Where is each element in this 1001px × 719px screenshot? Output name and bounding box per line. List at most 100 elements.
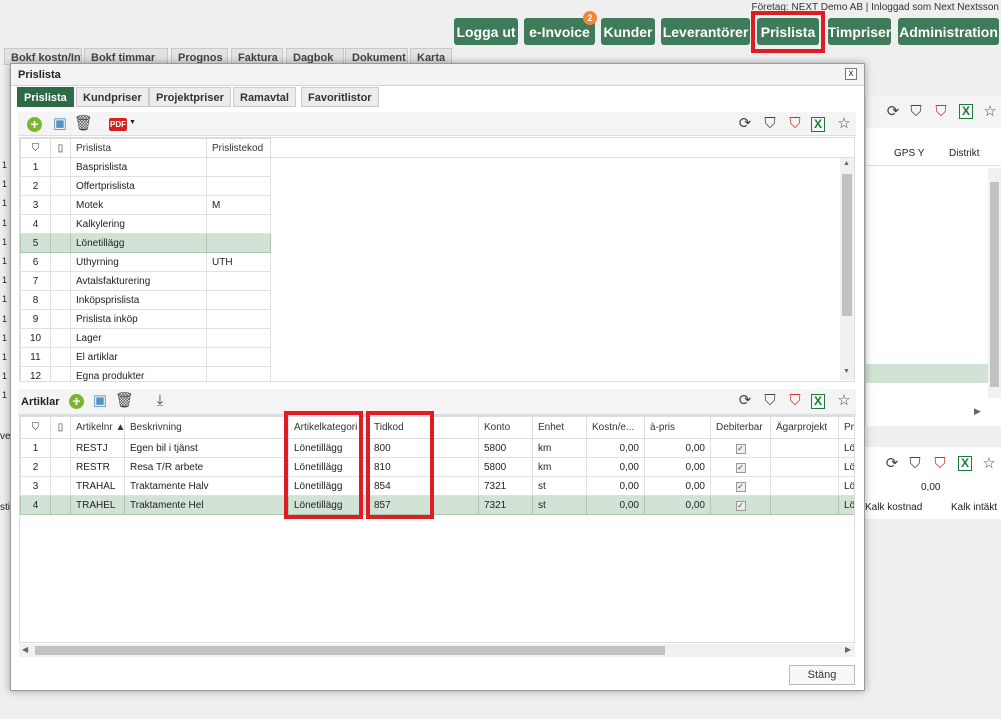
- excel-icon-a[interactable]: X: [811, 394, 825, 409]
- star-icon-d[interactable]: ☆: [835, 115, 853, 133]
- cell-prislista[interactable]: Lönetillägg: [70, 233, 207, 253]
- cell-artikelnr[interactable]: TRAHAL: [70, 476, 125, 496]
- tab-ramavtal[interactable]: Ramavtal: [233, 87, 296, 107]
- cell-agarprojekt[interactable]: [770, 438, 839, 458]
- cell-prislista[interactable]: El artiklar: [70, 347, 207, 367]
- bg-vscroll[interactable]: [988, 168, 1001, 398]
- cell-prislista[interactable]: Kalkylering: [70, 214, 207, 234]
- cell-beskrivning[interactable]: Resa T/R arbete: [124, 457, 289, 477]
- star-icon[interactable]: ☆: [981, 103, 999, 121]
- cell-apris[interactable]: 0,00: [644, 476, 711, 496]
- table-row[interactable]: 4 TRAHEL Traktamente Hel Lönetillägg 857 7321…: [20, 495, 854, 515]
- save-article-icon[interactable]: ▣: [91, 392, 109, 410]
- cell-konto[interactable]: 5800: [478, 457, 533, 477]
- clear-filter-icon-a[interactable]: ⛉: [786, 392, 804, 410]
- cell-agarprojekt[interactable]: [770, 495, 839, 515]
- filter-icon-col[interactable]: ⛉: [20, 138, 51, 158]
- cell-prislista[interactable]: Offertprislista: [70, 176, 207, 196]
- col-debiterbar[interactable]: Debiterbar: [710, 416, 771, 439]
- refresh-icon-a[interactable]: ⟳: [736, 392, 754, 410]
- table-row[interactable]: 9 Prislista inköp: [20, 309, 271, 329]
- col-kostnad[interactable]: Kostn/e...: [586, 416, 645, 439]
- cell-prislistekod[interactable]: M: [206, 195, 271, 215]
- cell-apris[interactable]: 0,00: [644, 457, 711, 477]
- col-prislista[interactable]: Prislista: [70, 138, 207, 158]
- refresh-icon[interactable]: ⟳: [884, 103, 902, 121]
- col-apris[interactable]: à-pris: [644, 416, 711, 439]
- cell-prislistekod[interactable]: [206, 347, 271, 367]
- star-icon-a[interactable]: ☆: [835, 392, 853, 410]
- table-row[interactable]: 6 Uthyrning UTH: [20, 252, 271, 272]
- close-icon[interactable]: x: [845, 68, 857, 80]
- cell-prislista[interactable]: Inköpsprislista: [70, 290, 207, 310]
- cell-prislistekod[interactable]: UTH: [206, 252, 271, 272]
- cell-prislistekod[interactable]: [206, 157, 271, 177]
- col-prisl[interactable]: Prisl: [838, 416, 854, 439]
- debiterbar-checkbox[interactable]: ✓: [710, 457, 771, 477]
- table-row[interactable]: 2 Offertprislista: [20, 176, 271, 196]
- cell-apris[interactable]: 0,00: [644, 495, 711, 515]
- cell-konto[interactable]: 5800: [478, 438, 533, 458]
- filter-icon[interactable]: ⛉: [907, 103, 925, 121]
- timpriser-button[interactable]: Timpriser: [828, 18, 891, 45]
- cell-beskrivning[interactable]: Traktamente Hel: [124, 495, 289, 515]
- cell-prislista[interactable]: Basprislista: [70, 157, 207, 177]
- cell-enhet[interactable]: km: [532, 457, 587, 477]
- col-enhet[interactable]: Enhet: [532, 416, 587, 439]
- tab-projektpriser[interactable]: Projektpriser: [149, 87, 231, 107]
- add-article-icon[interactable]: +: [69, 394, 84, 409]
- refresh-icon-d[interactable]: ⟳: [736, 115, 754, 133]
- stang-button[interactable]: Stäng: [789, 665, 855, 685]
- cell-prisl[interactable]: Löne: [838, 438, 854, 458]
- cell-enhet[interactable]: st: [532, 495, 587, 515]
- leverantorer-button[interactable]: Leverantörer: [661, 18, 750, 45]
- cell-konto[interactable]: 7321: [478, 495, 533, 515]
- cell-prislista[interactable]: Avtalsfakturering: [70, 271, 207, 291]
- table-row[interactable]: 7 Avtalsfakturering: [20, 271, 271, 291]
- cell-apris[interactable]: 0,00: [644, 438, 711, 458]
- col-prislistekod[interactable]: Prislistekod: [206, 138, 271, 158]
- cell-prisl[interactable]: Löne: [838, 476, 854, 496]
- cell-prislista[interactable]: Uthyrning: [70, 252, 207, 272]
- cell-prislistekod[interactable]: [206, 366, 271, 381]
- cell-kostnad[interactable]: 0,00: [586, 457, 645, 477]
- cell-kostnad[interactable]: 0,00: [586, 438, 645, 458]
- table-row[interactable]: 11 El artiklar: [20, 347, 271, 367]
- administration-button[interactable]: Administration: [898, 18, 999, 45]
- table-row[interactable]: 2 RESTR Resa T/R arbete Lönetillägg 810 5800 k…: [20, 457, 854, 477]
- filter-icon-2[interactable]: ⛉: [906, 455, 924, 473]
- kunder-button[interactable]: Kunder: [601, 18, 655, 45]
- cell-prislistekod[interactable]: [206, 176, 271, 196]
- debiterbar-checkbox[interactable]: ✓: [710, 476, 771, 496]
- add-icon[interactable]: +: [27, 117, 42, 132]
- bg-scroll-right[interactable]: ▶: [974, 406, 981, 417]
- artiklar-hscroll[interactable]: ◀ ▶: [19, 644, 855, 657]
- refresh-icon-2[interactable]: ⟳: [883, 455, 901, 473]
- table-row[interactable]: 10 Lager: [20, 328, 271, 348]
- cell-kostnad[interactable]: 0,00: [586, 495, 645, 515]
- table-row[interactable]: 3 TRAHAL Traktamente Halv Lönetillägg 854 732…: [20, 476, 854, 496]
- col-artikelnr[interactable]: Artikelnr ▲: [70, 416, 125, 439]
- filter-icon-d[interactable]: ⛉: [761, 115, 779, 133]
- table-row[interactable]: 5 Lönetillägg: [20, 233, 271, 253]
- cell-prislistekod[interactable]: [206, 309, 271, 329]
- prislista-vscroll[interactable]: ▲ ▼: [840, 158, 854, 380]
- cell-prisl[interactable]: Löne: [838, 457, 854, 477]
- excel-icon-d[interactable]: X: [811, 117, 825, 132]
- cell-prislistekod[interactable]: [206, 328, 271, 348]
- cell-prisl[interactable]: Löne: [838, 495, 854, 515]
- cell-beskrivning[interactable]: Traktamente Halv: [124, 476, 289, 496]
- cell-prislista[interactable]: Egna produkter: [70, 366, 207, 381]
- cell-prislista[interactable]: Prislista inköp: [70, 309, 207, 329]
- filter-icon-a[interactable]: ⛉: [761, 392, 779, 410]
- tab-favoritlistor[interactable]: Favoritlistor: [301, 87, 379, 107]
- clear-filter-icon-d[interactable]: ⛉: [786, 115, 804, 133]
- cell-prislistekod[interactable]: [206, 233, 271, 253]
- cell-kostnad[interactable]: 0,00: [586, 476, 645, 496]
- col-konto[interactable]: Konto: [478, 416, 533, 439]
- table-row[interactable]: 1 RESTJ Egen bil i tjänst Lönetillägg 800 580…: [20, 438, 854, 458]
- table-row[interactable]: 4 Kalkylering: [20, 214, 271, 234]
- cell-agarprojekt[interactable]: [770, 457, 839, 477]
- chevron-down-icon[interactable]: ▼: [129, 119, 136, 126]
- cell-prislista[interactable]: Motek: [70, 195, 207, 215]
